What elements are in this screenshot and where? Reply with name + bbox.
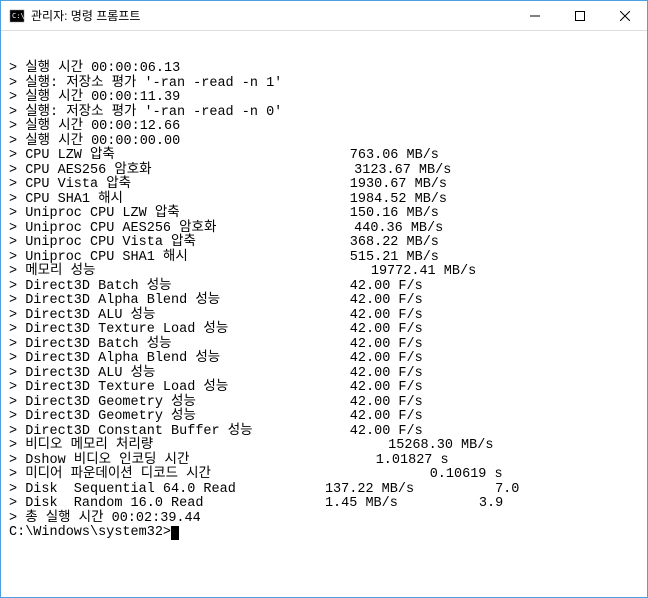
- close-button[interactable]: [602, 1, 647, 30]
- output-line: > Direct3D Geometry 성능 42.00 F/s: [9, 410, 647, 425]
- output-line: > CPU AES256 암호화 3123.67 MB/s: [9, 164, 647, 179]
- output-line: > Direct3D Batch 성능 42.00 F/s: [9, 280, 647, 295]
- maximize-button[interactable]: [557, 1, 602, 30]
- titlebar[interactable]: C:\ 관리자: 명령 프롬프트: [1, 1, 647, 31]
- output-line: > Direct3D Texture Load 성능 42.00 F/s: [9, 381, 647, 396]
- output-line: > CPU LZW 압축 763.06 MB/s: [9, 149, 647, 164]
- output-line: > Direct3D Alpha Blend 성능 42.00 F/s: [9, 294, 647, 309]
- output-line: > 실행: 저장소 평가 '-ran -read -n 0': [9, 106, 647, 121]
- output-line: > 총 실행 시간 00:02:39.44: [9, 512, 647, 527]
- output-line: > 실행: 저장소 평가 '-ran -read -n 1': [9, 77, 647, 92]
- output-line: > Direct3D Geometry 성능 42.00 F/s: [9, 396, 647, 411]
- output-line: > Dshow 비디오 인코딩 시간 1.01827 s: [9, 454, 647, 469]
- output-line: > 메모리 성능 19772.41 MB/s: [9, 265, 647, 280]
- output-line: > Uniproc CPU LZW 압축 150.16 MB/s: [9, 207, 647, 222]
- output-line: > 실행 시간 00:00:00.00: [9, 135, 647, 150]
- window-title: 관리자: 명령 프롬프트: [31, 7, 512, 24]
- output-line: > CPU SHA1 해시 1984.52 MB/s: [9, 193, 647, 208]
- output-line: > Disk Random 16.0 Read 1.45 MB/s 3.9: [9, 497, 647, 512]
- output-line: > Direct3D Constant Buffer 성능 42.00 F/s: [9, 425, 647, 440]
- output-line: > Uniproc CPU AES256 암호화 440.36 MB/s: [9, 222, 647, 237]
- output-line: > 실행 시간 00:00:12.66: [9, 120, 647, 135]
- output-line: > Direct3D ALU 성능 42.00 F/s: [9, 309, 647, 324]
- output-line: > Direct3D Batch 성능 42.00 F/s: [9, 338, 647, 353]
- output-line: > Direct3D ALU 성능 42.00 F/s: [9, 367, 647, 382]
- output-line: > Direct3D Alpha Blend 성능 42.00 F/s: [9, 352, 647, 367]
- output-line: > 실행 시간 00:00:06.13: [9, 62, 647, 77]
- svg-text:C:\: C:\: [12, 12, 25, 20]
- output-line: > Uniproc CPU Vista 압축 368.22 MB/s: [9, 236, 647, 251]
- cursor: [171, 526, 179, 540]
- output-line: > 실행 시간 00:00:11.39: [9, 91, 647, 106]
- minimize-button[interactable]: [512, 1, 557, 30]
- output-line: > Disk Sequential 64.0 Read 137.22 MB/s …: [9, 483, 647, 498]
- output-line: > 미디어 파운데이션 디코드 시간 0.10619 s: [9, 468, 647, 483]
- cmd-window: C:\ 관리자: 명령 프롬프트 > 실행 시간 00:00:06.13> 실행…: [0, 0, 648, 598]
- terminal-output[interactable]: > 실행 시간 00:00:06.13> 실행: 저장소 평가 '-ran -r…: [1, 31, 647, 597]
- prompt: C:\Windows\system32>: [9, 525, 171, 540]
- output-line: > Direct3D Texture Load 성능 42.00 F/s: [9, 323, 647, 338]
- output-line: > Uniproc CPU SHA1 해시 515.21 MB/s: [9, 251, 647, 266]
- cmd-icon: C:\: [9, 8, 25, 24]
- output-line: > CPU Vista 압축 1930.67 MB/s: [9, 178, 647, 193]
- output-line: > 비디오 메모리 처리량 15268.30 MB/s: [9, 439, 647, 454]
- window-controls: [512, 1, 647, 30]
